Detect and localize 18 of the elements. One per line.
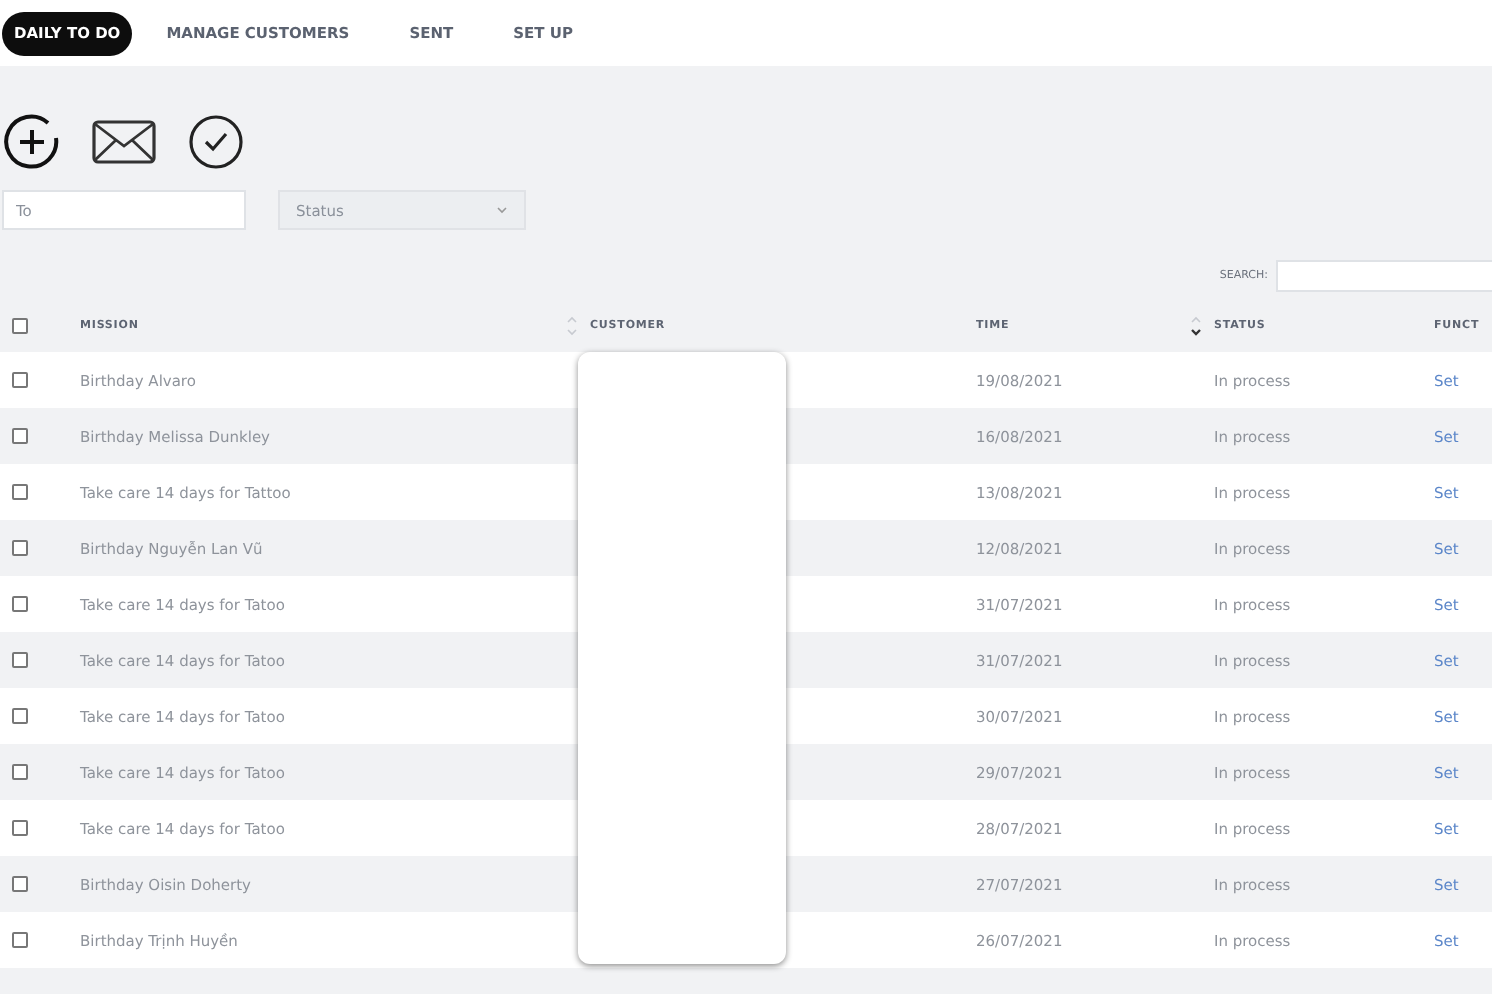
row-checkbox[interactable] — [12, 652, 28, 668]
search-field[interactable] — [1276, 260, 1492, 292]
chevron-down-icon — [496, 206, 508, 214]
row-checkbox[interactable] — [12, 932, 28, 948]
add-icon[interactable] — [4, 114, 60, 170]
check-icon[interactable] — [188, 114, 244, 170]
select-all-checkbox[interactable] — [12, 318, 28, 334]
row-checkbox[interactable] — [12, 540, 28, 556]
row-checkbox[interactable] — [12, 428, 28, 444]
mail-icon[interactable] — [92, 120, 156, 164]
row-checkbox[interactable] — [12, 596, 28, 612]
sort-icon[interactable] — [1190, 314, 1202, 338]
row-checkbox[interactable] — [12, 764, 28, 780]
row-checkbox[interactable] — [12, 484, 28, 500]
row-checkbox[interactable] — [12, 372, 28, 388]
row-checkbox[interactable] — [12, 876, 28, 892]
row-checkbox[interactable] — [12, 708, 28, 724]
row-checkbox[interactable] — [12, 820, 28, 836]
